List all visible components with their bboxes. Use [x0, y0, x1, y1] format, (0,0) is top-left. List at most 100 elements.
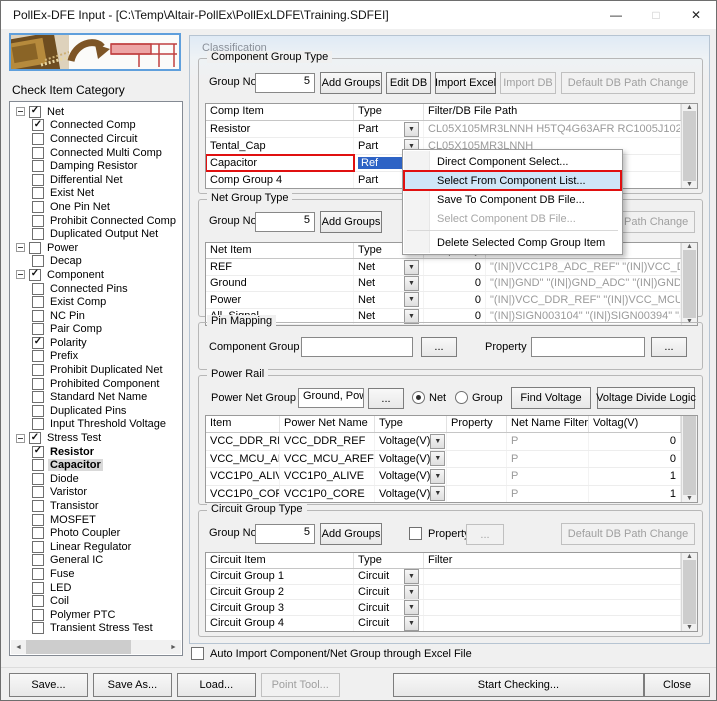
scrollbar-thumb[interactable]: [683, 250, 696, 318]
type-cell[interactable]: Circuit ▼: [354, 585, 424, 600]
type-dropdown-icon[interactable]: ▼: [404, 569, 419, 584]
net-radio-label[interactable]: Net: [429, 392, 446, 404]
net-name-filter-cell[interactable]: P: [507, 468, 589, 485]
tree-checkbox[interactable]: [32, 310, 44, 322]
tree-checkbox[interactable]: [32, 459, 44, 471]
find-voltage-button[interactable]: Find Voltage: [511, 387, 591, 409]
type-dropdown-icon[interactable]: ▼: [430, 486, 445, 501]
type-dropdown-icon[interactable]: ▼: [430, 434, 445, 449]
scrollbar-thumb[interactable]: [26, 640, 131, 654]
tree-expander-icon[interactable]: [16, 270, 25, 279]
tree-checkbox[interactable]: [32, 215, 44, 227]
type-dropdown-icon[interactable]: ▼: [404, 585, 419, 600]
tree-item[interactable]: Capacitor: [13, 458, 181, 472]
tree-item[interactable]: Connected Pins: [13, 282, 181, 296]
tree-item[interactable]: Transistor: [13, 499, 181, 513]
type-cell[interactable]: Circuit ▼: [354, 616, 424, 631]
tree-checkbox[interactable]: [29, 269, 41, 281]
tree-expander-icon[interactable]: [16, 243, 25, 252]
comp-item-cell[interactable]: Tental_Cap: [206, 138, 354, 154]
net-name-filter-cell[interactable]: P: [507, 486, 589, 503]
tree-checkbox[interactable]: [32, 609, 44, 621]
tree-checkbox[interactable]: [32, 582, 44, 594]
table-row[interactable]: Ground Net ▼ 0 "(IN|)GND" "(IN|)GND_ADC"…: [206, 276, 681, 292]
context-menu-item[interactable]: Select From Component List...: [404, 171, 621, 190]
column-header[interactable]: Type: [354, 104, 424, 120]
tree-item[interactable]: Pair Comp: [13, 323, 181, 337]
tree-checkbox[interactable]: [29, 106, 41, 118]
property-checkbox-label[interactable]: Property: [428, 528, 470, 540]
tree-checkbox[interactable]: [32, 500, 44, 512]
tree-item[interactable]: General IC: [13, 554, 181, 568]
tree-checkbox[interactable]: [32, 541, 44, 553]
circuit-item-cell[interactable]: Circuit Group 3: [206, 600, 354, 615]
table-row[interactable]: Circuit Group 3 Circuit ▼: [206, 600, 681, 616]
circuit-item-cell[interactable]: Circuit Group 1: [206, 569, 354, 584]
tree-item[interactable]: Duplicated Output Net: [13, 227, 181, 241]
tree-item[interactable]: Prohibit Duplicated Net: [13, 363, 181, 377]
tree-item[interactable]: Transient Stress Test: [13, 622, 181, 636]
tree-item[interactable]: Input Threshold Voltage: [13, 418, 181, 432]
scrollbar-thumb[interactable]: [683, 416, 696, 495]
voltage-cell[interactable]: 0: [589, 433, 681, 450]
tree-item[interactable]: Polymer PTC: [13, 608, 181, 622]
table-row[interactable]: VCC1P0_CORE VCC1P0_CORE Voltage(V) ▼ P 1: [206, 486, 681, 503]
tree-item[interactable]: Power: [13, 241, 181, 255]
type-dropdown-icon[interactable]: ▼: [404, 616, 419, 631]
tree-item[interactable]: Diode: [13, 472, 181, 486]
type-cell[interactable]: Net ▼: [354, 259, 424, 274]
tree-item[interactable]: Prohibit Connected Comp: [13, 214, 181, 228]
vertical-scrollbar[interactable]: ▲ ▼: [681, 104, 697, 188]
tree-item[interactable]: Connected Circuit: [13, 132, 181, 146]
power-net-name-cell[interactable]: VCC1P0_ALIVE: [280, 468, 375, 485]
filter-cell[interactable]: [424, 585, 681, 600]
voltage-cell[interactable]: 1: [589, 486, 681, 503]
tree-checkbox[interactable]: [32, 405, 44, 417]
tree-item[interactable]: Linear Regulator: [13, 540, 181, 554]
tree-checkbox[interactable]: [32, 554, 44, 566]
scroll-up-icon[interactable]: ▲: [682, 104, 697, 111]
column-header[interactable]: Net Name Filter: [507, 416, 589, 432]
group-radio-label[interactable]: Group: [472, 392, 503, 404]
type-cell[interactable]: Voltage(V) ▼: [375, 486, 447, 503]
load-button[interactable]: Load...: [177, 673, 256, 697]
tree-checkbox[interactable]: [32, 364, 44, 376]
filter-cell[interactable]: "(IN|)VCC1P8_ADC_REF" "(IN|)VCC_DDR_REF"…: [486, 259, 681, 274]
property-browse-button[interactable]: ...: [651, 337, 687, 357]
type-cell[interactable]: Circuit ▼: [354, 569, 424, 584]
net-item-cell[interactable]: Power: [206, 292, 354, 307]
tree-checkbox[interactable]: [32, 201, 44, 213]
property-input[interactable]: [531, 337, 645, 357]
tree-item[interactable]: Varistor: [13, 486, 181, 500]
tree-item[interactable]: Fuse: [13, 567, 181, 581]
property-cell[interactable]: [447, 468, 507, 485]
tree-item[interactable]: Exist Net: [13, 187, 181, 201]
table-row[interactable]: Circuit Group 2 Circuit ▼: [206, 585, 681, 601]
scroll-down-icon[interactable]: ▼: [682, 181, 697, 188]
tree-item[interactable]: Connected Multi Comp: [13, 146, 181, 160]
tree-checkbox[interactable]: [32, 228, 44, 240]
circuit-item-cell[interactable]: Circuit Group 4: [206, 616, 354, 631]
context-menu-item[interactable]: Delete Selected Comp Group Item: [404, 233, 621, 252]
voltage-divide-logic-button[interactable]: Voltage Divide Logic: [597, 387, 695, 409]
tree-checkbox[interactable]: [32, 255, 44, 267]
filter-cell[interactable]: "(IN|)VCC_DDR_REF" "(IN|)VCC_MCU_AREF" "…: [486, 292, 681, 307]
tree-item[interactable]: Prohibited Component: [13, 377, 181, 391]
column-header[interactable]: Net Item: [206, 243, 354, 258]
power-net-name-cell[interactable]: VCC_DDR_REF: [280, 433, 375, 450]
column-header[interactable]: Filter/DB File Path: [424, 104, 681, 120]
tree-checkbox[interactable]: [32, 187, 44, 199]
scroll-left-icon[interactable]: ◄: [11, 640, 26, 654]
scrollbar-thumb[interactable]: [683, 560, 696, 624]
net-item-cell[interactable]: REF: [206, 259, 354, 274]
tree-checkbox[interactable]: [32, 568, 44, 580]
table-row[interactable]: Circuit Group 4 Circuit ▼: [206, 616, 681, 631]
comp-item-cell[interactable]: Resistor: [206, 121, 354, 137]
voltage-cell[interactable]: 1: [589, 468, 681, 485]
tree-item[interactable]: Component: [13, 268, 181, 282]
type-cell[interactable]: Voltage(V) ▼: [375, 433, 447, 450]
type-cell[interactable]: Voltage(V) ▼: [375, 468, 447, 485]
component-group-input[interactable]: [301, 337, 413, 357]
tree-item[interactable]: Stress Test: [13, 431, 181, 445]
net-name-filter-cell[interactable]: P: [507, 451, 589, 468]
